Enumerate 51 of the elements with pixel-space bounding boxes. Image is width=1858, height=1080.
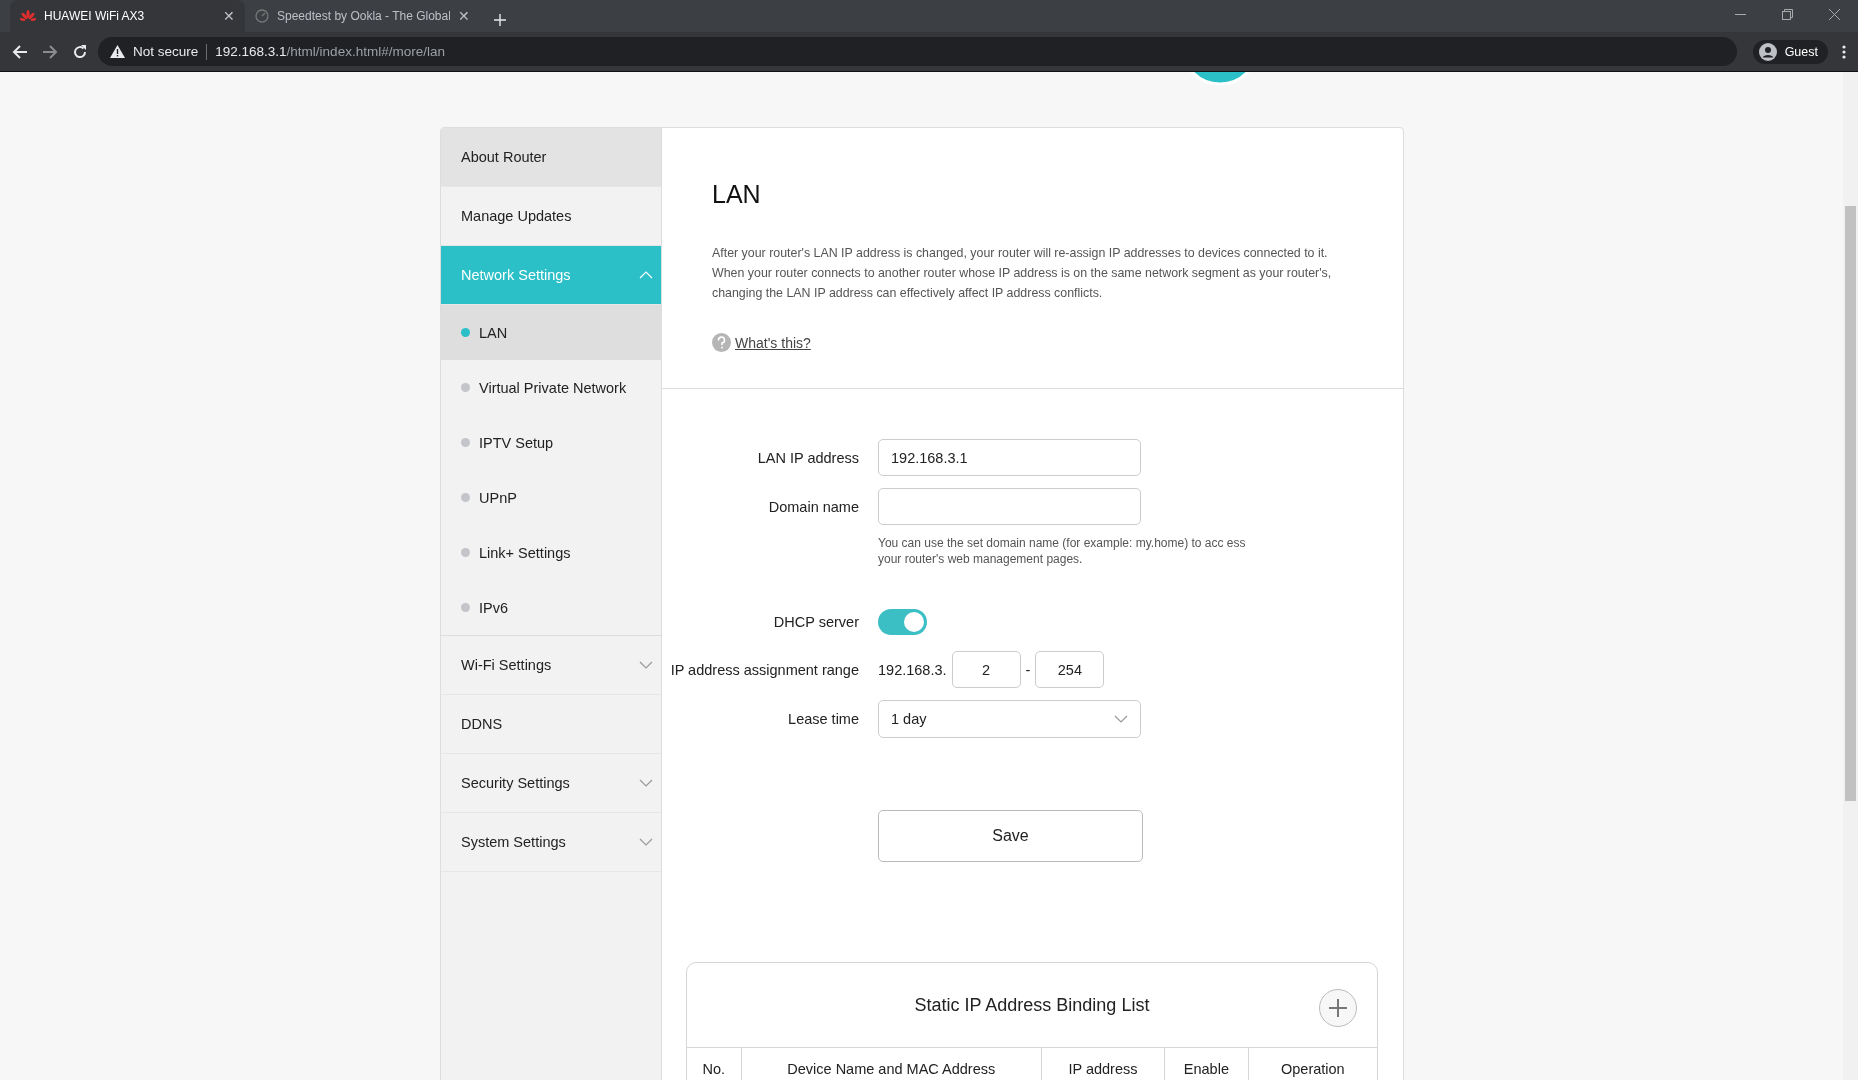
- person-icon: [1758, 42, 1777, 61]
- sidebar-subitem[interactable]: LAN: [441, 305, 661, 360]
- flower-icon: [20, 10, 36, 22]
- menu-icon[interactable]: [1842, 44, 1846, 59]
- field-label: IP address assignment range: [669, 661, 859, 678]
- gauge-icon: [255, 9, 269, 23]
- field-label: LAN IP address: [756, 449, 859, 466]
- browser-tab[interactable]: HUAWEI WiFi AX3 ✕: [10, 0, 245, 32]
- warning-icon: [110, 45, 125, 58]
- table-title: Static IP Address Binding List: [914, 994, 1150, 1016]
- column-header: Device Name and MAC Address: [741, 1047, 1042, 1080]
- input-field[interactable]: 192.168.3.1: [878, 439, 1141, 476]
- chevron-icon: [639, 779, 653, 787]
- description-text: After your router's LAN IP address is changed, your router will re-assign IP addresses to devices connected to it. When your router connects to another router whose IP address is on the same network segment as your router's, changing the LAN IP address can effectively affect IP address conflicts.: [712, 245, 1333, 302]
- browser-tab[interactable]: Speedtest by Ookla - The Global ✕: [245, 0, 480, 32]
- chevron-icon: [639, 271, 653, 279]
- ip-prefix: 192.168.3.: [878, 661, 947, 678]
- chevron-icon: [1114, 715, 1128, 723]
- column-header: Operation: [1248, 1047, 1377, 1080]
- sidebar-item[interactable]: About Router: [441, 128, 661, 187]
- field-label: Domain name: [767, 498, 859, 515]
- input-field[interactable]: [878, 488, 1141, 525]
- help-link[interactable]: What's this?: [735, 334, 811, 351]
- range-separator: -: [1025, 661, 1031, 678]
- address-bar[interactable]: Not secure 192.168.3.1/html/index.html#/more/lan: [98, 37, 1737, 66]
- input-field[interactable]: 2: [951, 651, 1021, 688]
- restore-icon[interactable]: [1782, 9, 1793, 20]
- new-tab-icon[interactable]: [494, 14, 506, 26]
- chevron-icon: [639, 661, 653, 669]
- chevron-icon: [639, 838, 653, 846]
- close-icon[interactable]: ✕: [458, 8, 470, 24]
- page-title: LAN: [712, 180, 762, 209]
- input-field[interactable]: 254: [1035, 651, 1105, 688]
- lease-dropdown[interactable]: 1 day: [878, 700, 1141, 738]
- profile-button[interactable]: Guest: [1752, 39, 1828, 64]
- field-label: DHCP server: [772, 614, 859, 630]
- hint-text: You can use the set domain name (for example: my.home) to acc ess your router's web management pages.: [878, 535, 1247, 567]
- plus-icon: [1328, 998, 1348, 1018]
- column-header: IP address: [1041, 1047, 1165, 1080]
- field-label: Lease time: [787, 711, 859, 727]
- column-header: Enable: [1164, 1047, 1249, 1080]
- scrollbar[interactable]: [1843, 72, 1858, 1080]
- column-header: No.: [687, 1047, 742, 1080]
- question-icon: [712, 333, 731, 352]
- url-text: 192.168.3.1/html/index.html#/more/lan: [215, 44, 445, 59]
- save-button[interactable]: Save: [878, 810, 1143, 862]
- close-icon[interactable]: [1829, 9, 1840, 20]
- security-label: Not secure: [133, 44, 199, 59]
- add-button[interactable]: [1319, 989, 1357, 1027]
- close-icon[interactable]: ✕: [223, 8, 235, 24]
- toggle-switch[interactable]: [878, 609, 927, 635]
